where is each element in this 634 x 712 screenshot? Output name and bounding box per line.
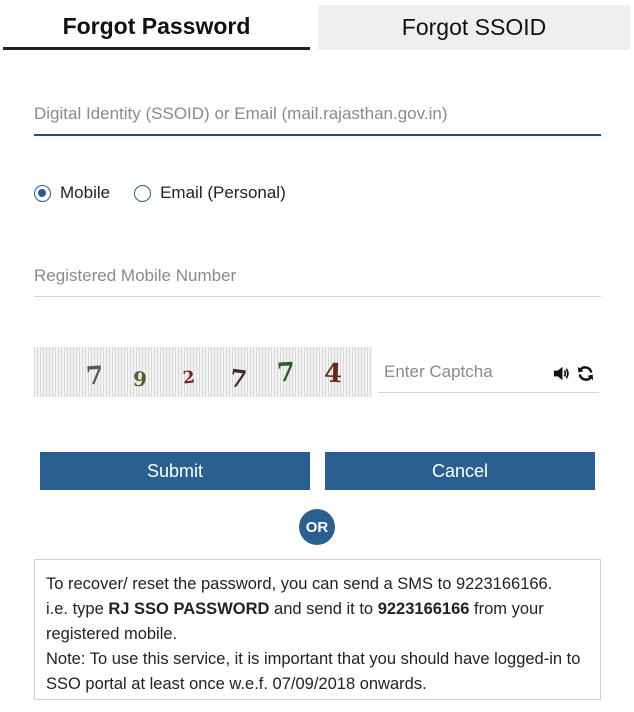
sms-number: 9223166166	[377, 600, 470, 618]
speaker-icon[interactable]	[552, 364, 571, 383]
refresh-icon[interactable]	[576, 364, 595, 383]
mobile-field-container	[34, 266, 601, 297]
radio-email[interactable]: Email (Personal)	[134, 183, 286, 203]
recovery-method-group: Mobile Email (Personal)	[34, 183, 310, 203]
tab-forgot-ssoid[interactable]: Forgot SSOID	[318, 5, 630, 50]
radio-mobile[interactable]: Mobile	[34, 183, 110, 203]
radio-email-label: Email (Personal)	[160, 183, 286, 202]
ssoid-field-container	[34, 104, 601, 136]
info-line-1: To recover/ reset the password, you can …	[46, 575, 553, 593]
captcha-digit: 9	[132, 366, 148, 392]
info-note: Note: To use this service, it is importa…	[46, 650, 581, 693]
sms-keyword: RJ SSO PASSWORD	[108, 600, 270, 618]
tab-bar: Forgot Password Forgot SSOID	[0, 0, 634, 52]
ssoid-input[interactable]	[34, 104, 601, 134]
info-pre-keyword: i.e. type	[46, 600, 109, 618]
captcha-input[interactable]	[378, 362, 538, 392]
sms-recovery-info: To recover/ reset the password, you can …	[34, 559, 601, 700]
cancel-button[interactable]: Cancel	[325, 452, 595, 490]
radio-mobile-indicator[interactable]	[34, 184, 51, 202]
captcha-digit: 7	[228, 362, 249, 395]
captcha-image: 7 9 2 7 7 4	[34, 347, 372, 397]
mobile-number-input[interactable]	[34, 266, 601, 296]
info-mid: and send it to	[269, 600, 378, 618]
captcha-tools	[552, 364, 595, 383]
tab-forgot-password[interactable]: Forgot Password	[3, 5, 310, 50]
radio-email-indicator[interactable]	[134, 184, 152, 202]
captcha-digit: 7	[85, 360, 105, 391]
radio-mobile-label: Mobile	[60, 183, 111, 202]
captcha-digit: 2	[181, 367, 196, 389]
captcha-digit: 7	[276, 357, 296, 389]
captcha-digit: 4	[323, 358, 343, 390]
or-divider-badge: OR	[299, 509, 335, 545]
submit-button[interactable]: Submit	[40, 452, 310, 490]
captcha-field-container	[378, 362, 599, 393]
